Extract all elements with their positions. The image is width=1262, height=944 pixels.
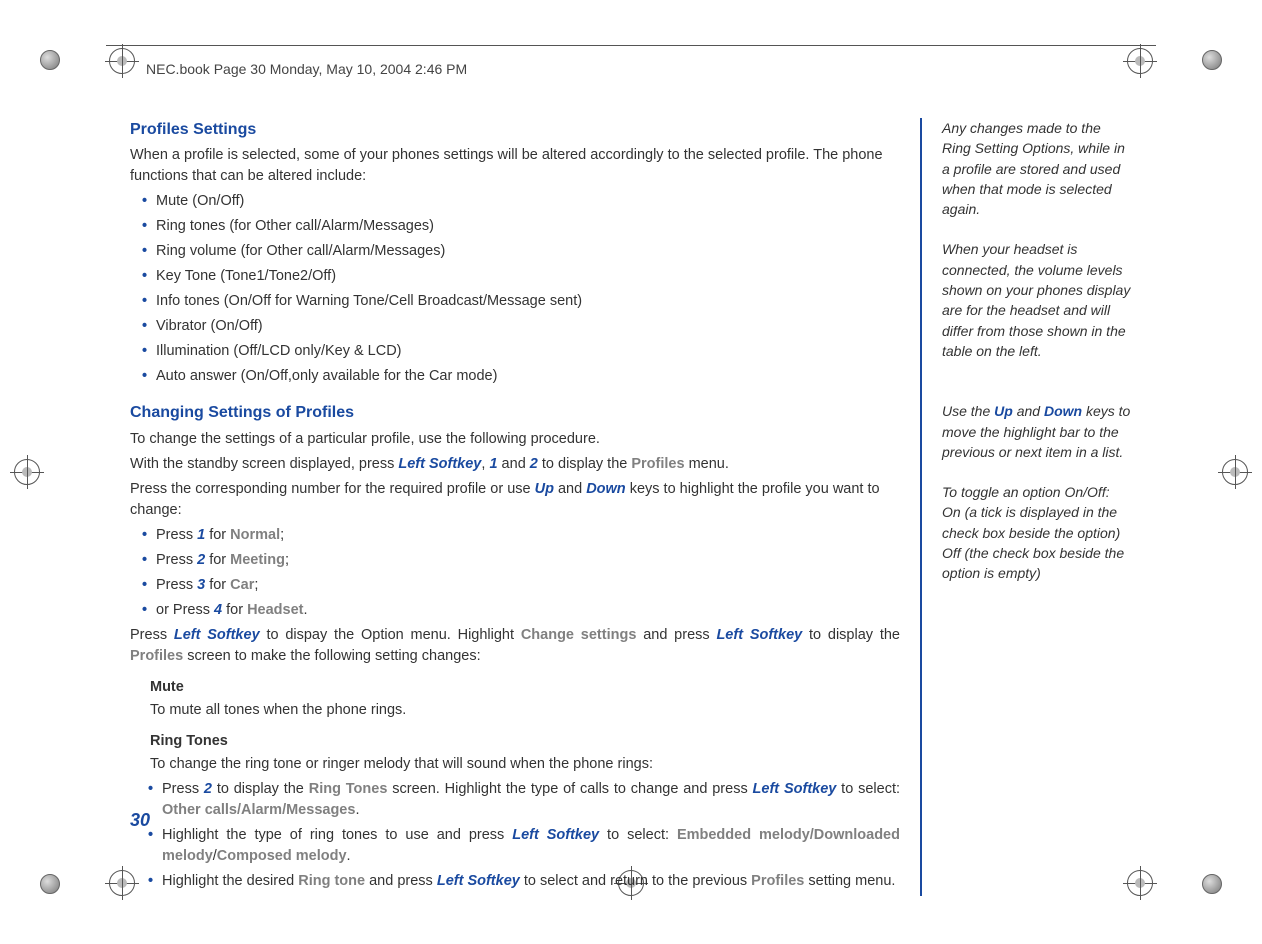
paragraph: Press the corresponding number for the r… [130,479,900,521]
list-item: Ring volume (for Other call/Alarm/Messag… [156,241,900,262]
key-left-softkey: Left Softkey [398,456,481,472]
list-item: Press 2 to display the Ring Tones screen… [162,779,900,821]
paragraph: To change the ring tone or ringer melody… [150,754,900,775]
paragraph: To mute all tones when the phone rings. [150,700,900,721]
key-down: Down [1044,403,1082,419]
intro-paragraph: When a profile is selected, some of your… [130,145,900,187]
list-item: Illumination (Off/LCD only/Key & LCD) [156,341,900,362]
paragraph: Press Left Softkey to dispay the Option … [130,625,900,667]
print-bullet-icon [1202,874,1222,894]
key-up: Up [535,481,554,497]
main-column: Profiles Settings When a profile is sele… [130,118,900,896]
crop-mark [1218,455,1252,489]
list-item: Ring tones (for Other call/Alarm/Message… [156,216,900,237]
list-item: Highlight the type of ring tones to use … [162,825,900,867]
list-item: Press 3 for Car; [156,575,900,596]
list-item: Vibrator (On/Off) [156,316,900,337]
heading-changing-settings: Changing Settings of Profiles [130,401,900,424]
key-left-softkey: Left Softkey [716,627,802,643]
heading-profiles-settings: Profiles Settings [130,118,900,141]
paragraph: With the standby screen displayed, press… [130,454,900,475]
page-number: 30 [130,810,150,831]
key-down: Down [586,481,625,497]
list-item: Mute (On/Off) [156,191,900,212]
side-column: Any changes made to the Ring Setting Opt… [920,118,1132,896]
list-item: Auto answer (On/Off,only available for t… [156,366,900,387]
side-note: When your headset is connected, the volu… [942,239,1132,361]
key-left-softkey: Left Softkey [174,627,260,643]
list-item: Highlight the desired Ring tone and pres… [162,871,900,892]
crop-mark [10,455,44,489]
list-item: Info tones (On/Off for Warning Tone/Cell… [156,291,900,312]
side-note: Any changes made to the Ring Setting Opt… [942,118,1132,219]
key-2: 2 [530,456,538,472]
list-item: Press 2 for Meeting; [156,550,900,571]
side-note: Use the Up and Down keys to move the hig… [942,401,1132,462]
subhead-ring-tones: Ring Tones [150,731,900,752]
menu-profiles: Profiles [130,648,183,664]
header-text: NEC.book Page 30 Monday, May 10, 2004 2:… [146,61,467,77]
list-item: Press 1 for Normal; [156,525,900,546]
side-note: To toggle an option On/Off: On (a tick i… [942,482,1132,583]
print-bullet-icon [40,874,60,894]
key-up: Up [994,403,1013,419]
menu-profiles: Profiles [631,456,684,472]
paragraph: To change the settings of a particular p… [130,429,900,450]
print-bullet-icon [40,50,60,70]
print-bullet-icon [1202,50,1222,70]
list-item: Key Tone (Tone1/Tone2/Off) [156,266,900,287]
print-header: NEC.book Page 30 Monday, May 10, 2004 2:… [106,45,1156,85]
menu-change-settings: Change settings [521,627,637,643]
list-item: or Press 4 for Headset. [156,600,900,621]
subhead-mute: Mute [150,677,900,698]
key-1: 1 [489,456,497,472]
